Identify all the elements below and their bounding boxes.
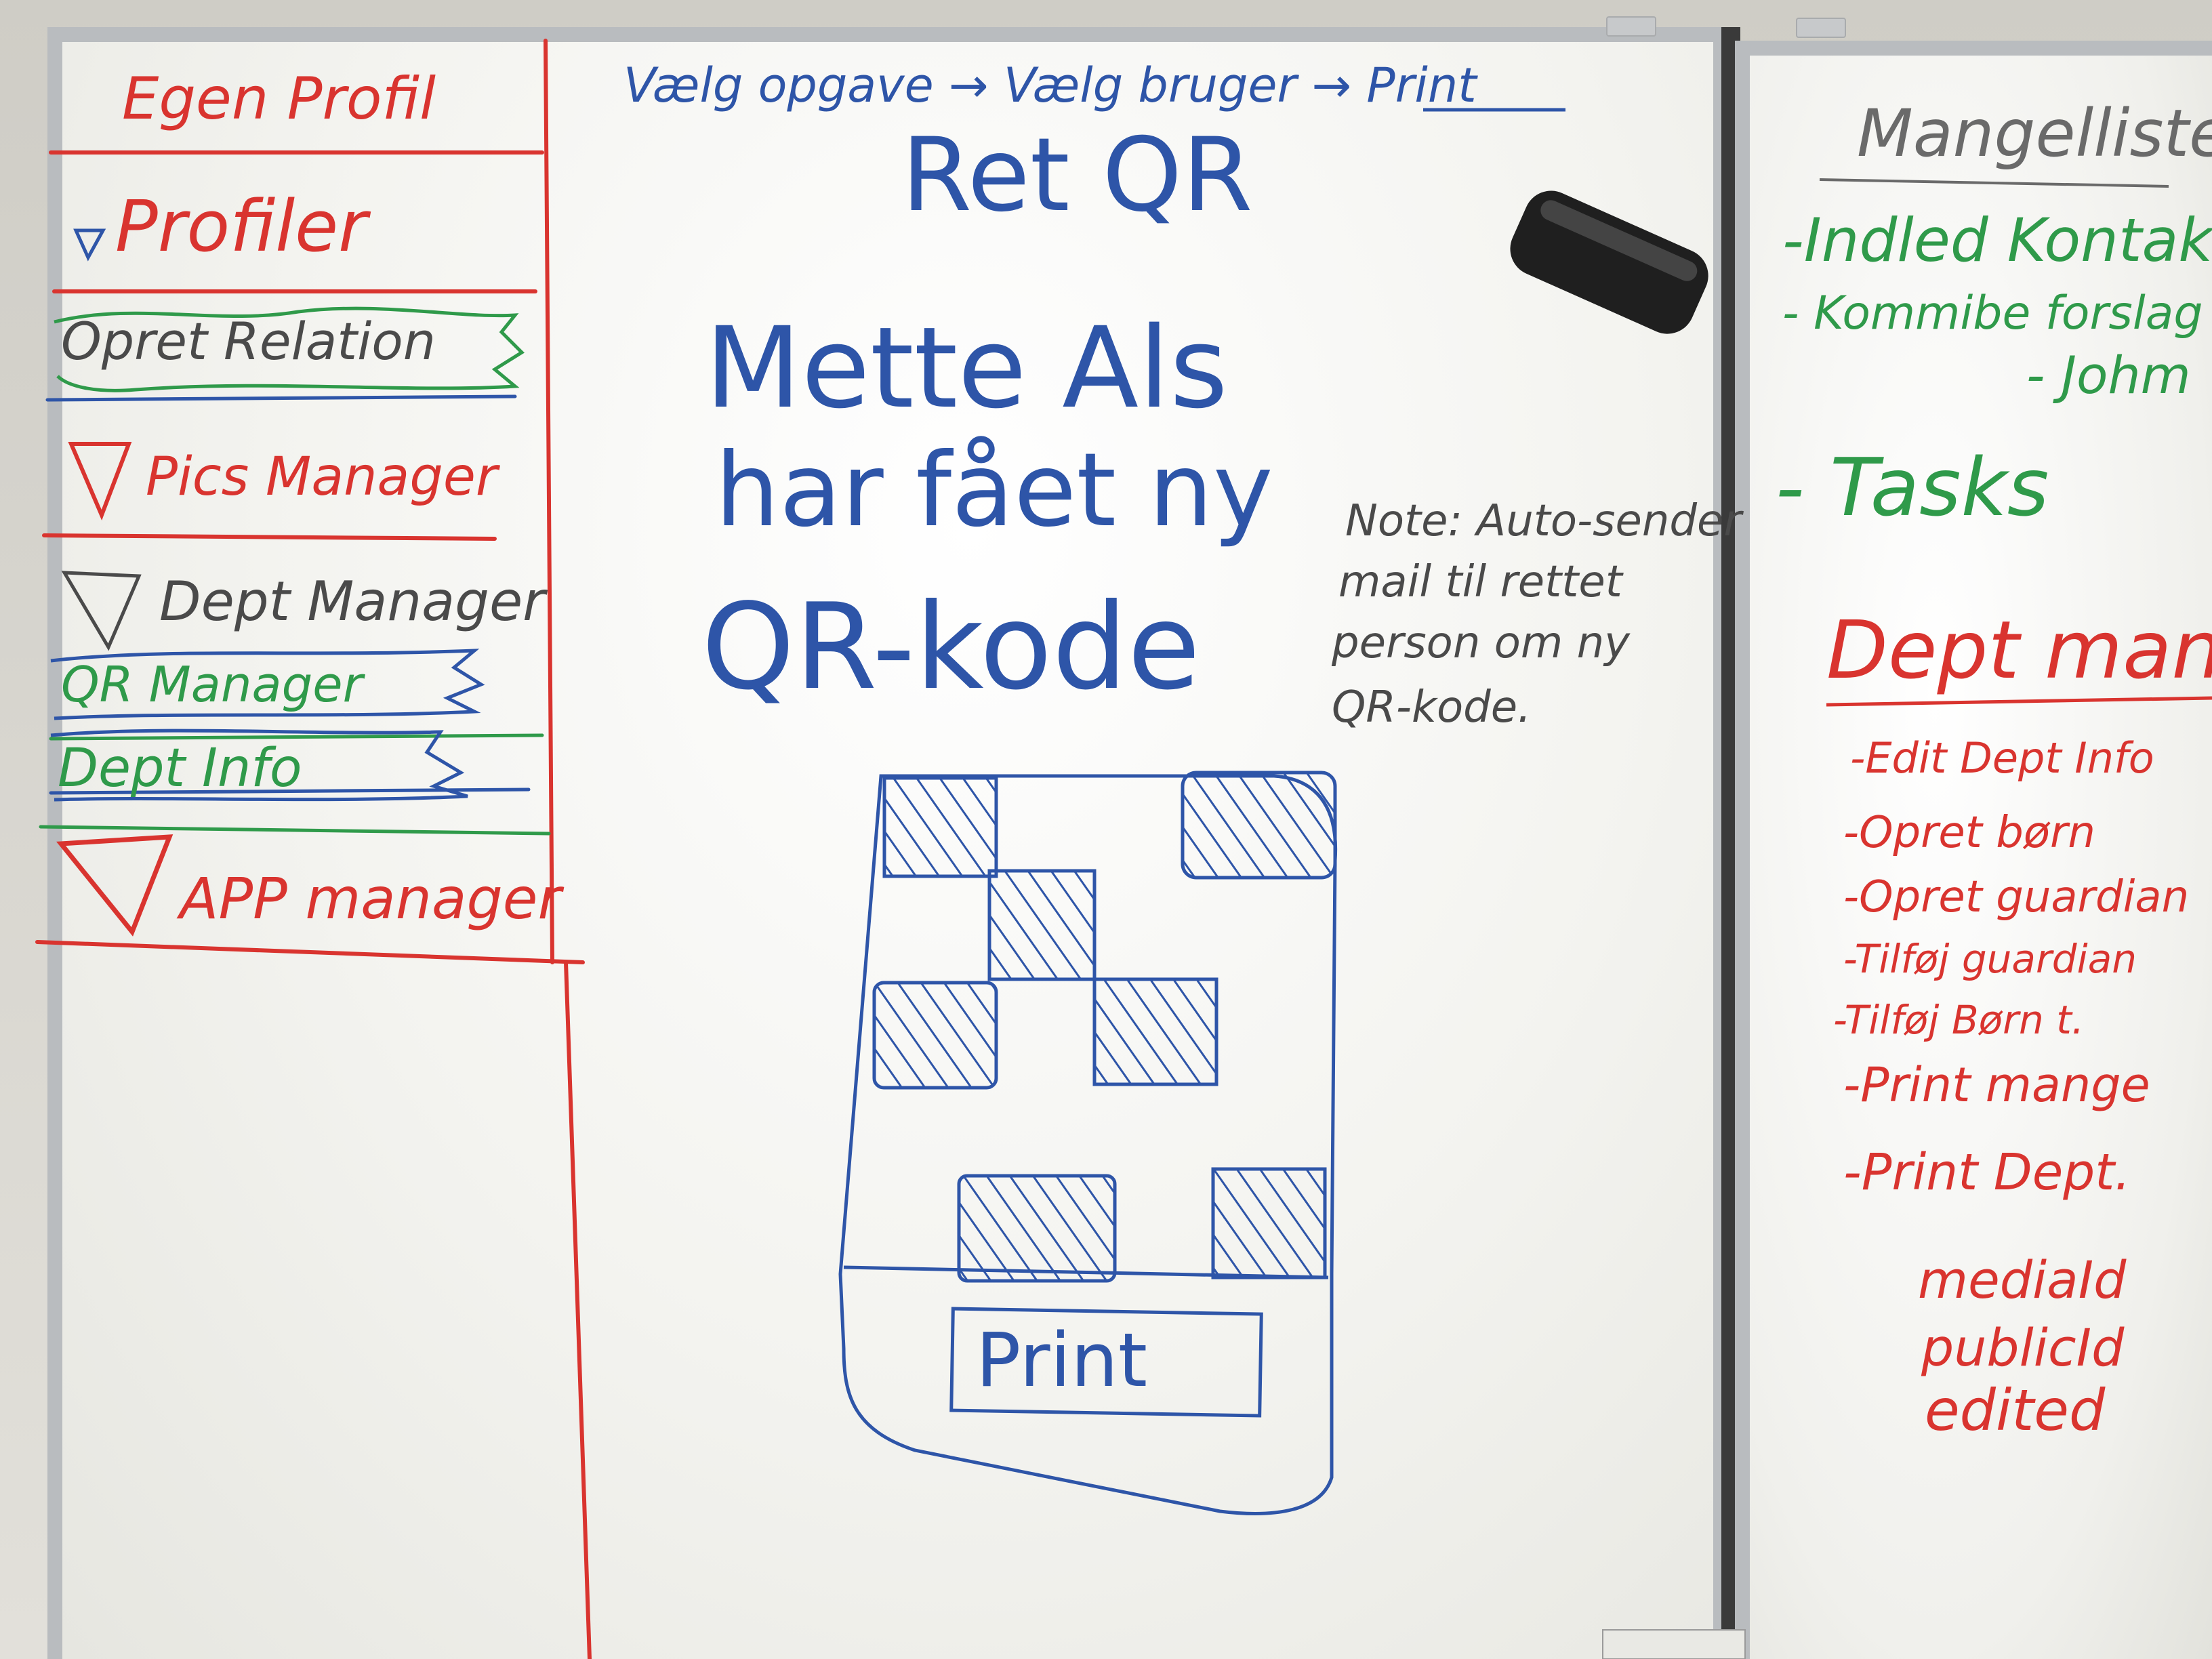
triangle-icon — [68, 442, 132, 520]
eraser — [1510, 190, 1708, 334]
note-line-3: person om ny — [1331, 618, 1631, 668]
note-line-2: mail til rettet — [1338, 557, 1624, 607]
field-name: mediaId — [1918, 1250, 2127, 1310]
message-line-1: Mette Als — [705, 303, 1228, 433]
board-label-sticker — [1602, 1629, 1746, 1659]
sidebar-item-opret-relation[interactable]: Opret Relation — [61, 311, 436, 371]
task-item: -Opret guardian — [1843, 872, 2189, 922]
todo-item: - Tasks — [1776, 441, 2049, 534]
todo-item: - Johm — [2026, 345, 2191, 405]
print-button[interactable]: Print — [976, 1317, 1147, 1404]
triangle-icon — [61, 571, 142, 651]
field-name: publicId — [1921, 1317, 2125, 1378]
screen-title: Ret QR — [901, 117, 1253, 234]
sidebar-item-qr-manager[interactable]: QR Manager — [61, 656, 366, 713]
task-item: -Print mange — [1843, 1057, 2150, 1113]
sidebar-item-app-manager[interactable]: APP manager — [176, 865, 564, 932]
sidebar-frame — [35, 39, 592, 1659]
task-item: -Tilføj guardian — [1843, 936, 2137, 982]
todo-item: - Kommibe forslag — [1782, 287, 2203, 340]
sidebar-item-dept-manager[interactable]: Dept Manager — [159, 570, 548, 633]
flow-text: Vælg opgave → Vælg bruger → Print — [623, 58, 1478, 113]
note-line-1: Note: Auto-sender — [1345, 496, 1744, 546]
note-line-4: QR-kode. — [1332, 682, 1532, 733]
sidebar-item-egen-profil[interactable]: Egen Profil — [122, 65, 436, 133]
todo-item: -Indled Kontakt — [1782, 205, 2212, 275]
task-item: -Opret børn — [1843, 808, 2095, 858]
message-line-3: QR-kode — [701, 579, 1200, 716]
sidebar-item-pics-manager[interactable]: Pics Manager — [146, 447, 501, 508]
section-title: Dept manag — [1826, 603, 2212, 697]
right-header: Mangelliste — [1857, 96, 2212, 171]
whiteboard-photo: Egen Profil Profiler Opret Relation Pics… — [0, 0, 2212, 1659]
task-item: -Edit Dept Info — [1850, 733, 2154, 783]
triangle-icon — [56, 834, 173, 937]
message-line-2: har fået ny — [715, 432, 1273, 550]
marker-drawings: Egen Profil Profiler Opret Relation Pics… — [35, 39, 2212, 1659]
task-item: -Tilføj Børn t. — [1833, 997, 2084, 1043]
triangle-icon — [73, 228, 106, 262]
sidebar-item-dept-info[interactable]: Dept Info — [58, 738, 302, 799]
sidebar-item-profiler[interactable]: Profiler — [115, 185, 371, 268]
qr-code-graphic — [872, 771, 1337, 1283]
field-name: edited — [1925, 1377, 2106, 1443]
task-item: -Print Dept. — [1843, 1143, 2131, 1202]
